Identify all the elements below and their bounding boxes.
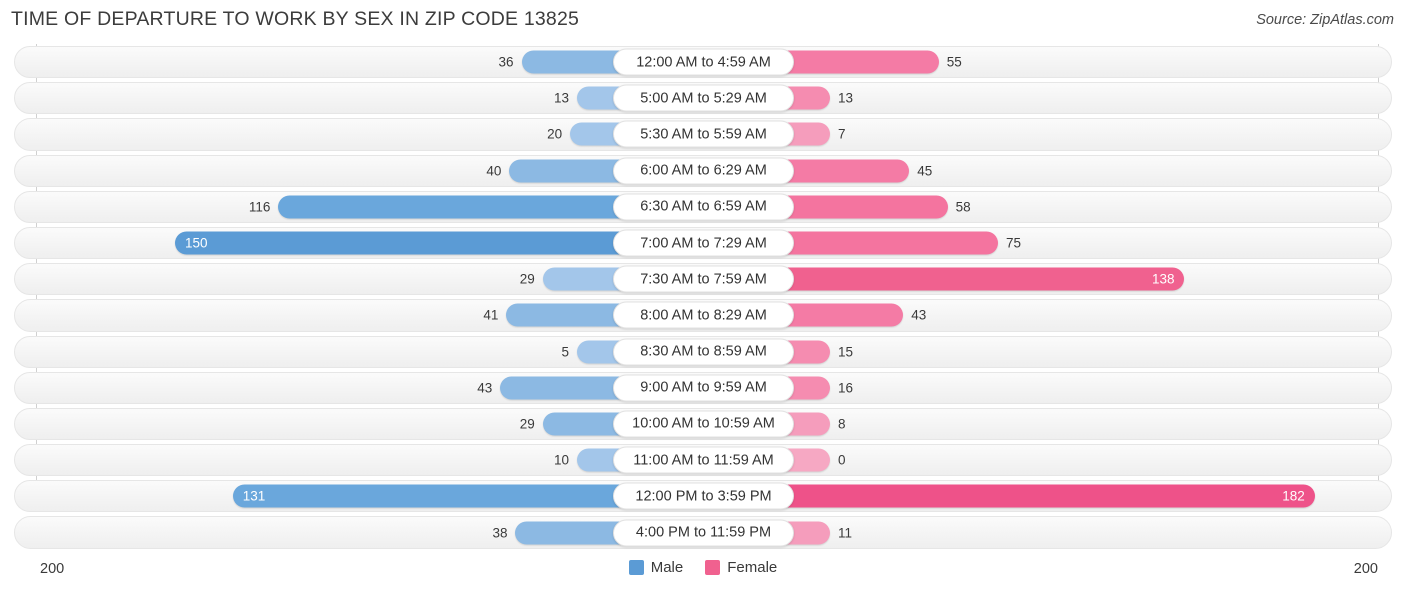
category-label: 6:00 AM to 6:29 AM (613, 157, 794, 185)
bar-value-female: 58 (955, 199, 971, 215)
chart-row: 10 0 11:00 AM to 11:59 AM (0, 442, 1406, 478)
chart-row: 40 45 6:00 AM to 6:29 AM (0, 153, 1406, 189)
bar-value-female: 138 (1151, 271, 1175, 287)
category-label: 4:00 PM to 11:59 PM (613, 519, 794, 547)
chart-row: 20 7 5:30 AM to 5:59 AM (0, 116, 1406, 152)
source-attribution: Source: ZipAtlas.com (1256, 12, 1394, 28)
row-bars: 10 0 11:00 AM to 11:59 AM (0, 442, 1406, 478)
legend-label: Female (727, 559, 778, 576)
chart-row: 29 8 10:00 AM to 10:59 AM (0, 406, 1406, 442)
bar-female[interactable] (776, 195, 948, 219)
bar-value-female: 45 (917, 162, 933, 178)
category-label: 11:00 AM to 11:59 AM (613, 446, 794, 474)
row-bars: 36 55 12:00 AM to 4:59 AM (0, 44, 1406, 80)
bar-value-male: 20 (547, 126, 563, 142)
bar-value-female: 0 (838, 452, 846, 468)
category-label: 9:00 AM to 9:59 AM (613, 374, 794, 402)
bar-value-male: 40 (486, 162, 502, 178)
bar-value-female: 43 (911, 307, 927, 323)
bar-value-female: 7 (838, 126, 846, 142)
chart-plot-area: 36 55 12:00 AM to 4:59 AM 13 13 5:00 AM to 5:… (0, 44, 1406, 551)
bar-value-male: 43 (477, 380, 493, 396)
bar-value-male: 41 (483, 307, 499, 323)
chart-row: 43 16 9:00 AM to 9:59 AM (0, 370, 1406, 406)
legend-swatch-icon (705, 560, 721, 575)
bar-value-male: 5 (561, 343, 569, 359)
chart-header: TIME OF DEPARTURE TO WORK BY SEX IN ZIP … (0, 0, 1406, 40)
row-bars: 150 75 7:00 AM to 7:29 AM (0, 225, 1406, 261)
chart-footer: 200 200 Male Female (0, 548, 1406, 594)
chart-row: 5 15 8:30 AM to 8:59 AM (0, 334, 1406, 370)
row-bars: 40 45 6:00 AM to 6:29 AM (0, 153, 1406, 189)
bar-male[interactable]: 150 (175, 231, 631, 255)
bar-male[interactable] (278, 195, 631, 219)
bar-value-male: 29 (519, 416, 535, 432)
bar-value-male: 10 (553, 452, 569, 468)
legend-item[interactable]: Female (705, 560, 777, 575)
category-label: 8:00 AM to 8:29 AM (613, 301, 794, 329)
bar-value-female: 55 (946, 54, 962, 70)
row-bars: 38 11 4:00 PM to 11:59 PM (0, 514, 1406, 550)
row-bars: 29 138 7:30 AM to 7:59 AM (0, 261, 1406, 297)
chart-row: 13 13 5:00 AM to 5:29 AM (0, 80, 1406, 116)
chart-row: 41 43 8:00 AM to 8:29 AM (0, 297, 1406, 333)
category-label: 7:00 AM to 7:29 AM (613, 229, 794, 257)
bar-value-female: 16 (838, 380, 854, 396)
bar-value-female: 75 (1006, 235, 1022, 251)
bar-value-male: 38 (492, 524, 508, 540)
row-bars: 116 58 6:30 AM to 6:59 AM (0, 189, 1406, 225)
category-label: 8:30 AM to 8:59 AM (613, 338, 794, 366)
chart-row: 29 138 7:30 AM to 7:59 AM (0, 261, 1406, 297)
bar-female[interactable] (776, 231, 998, 255)
bar-value-female: 13 (838, 90, 854, 106)
legend-item[interactable]: Male (628, 559, 684, 576)
bar-value-male: 131 (242, 488, 266, 504)
row-bars: 41 43 8:00 AM to 8:29 AM (0, 297, 1406, 333)
bar-female[interactable] (776, 303, 904, 327)
category-label: 10:00 AM to 10:59 AM (613, 410, 794, 438)
chart-row: 150 75 7:00 AM to 7:29 AM (0, 225, 1406, 261)
legend-label: Male (650, 559, 684, 576)
bar-value-male: 116 (248, 199, 271, 215)
bar-male[interactable]: 131 (232, 484, 631, 508)
bar-value-male: 150 (185, 235, 208, 251)
bar-value-female: 11 (838, 524, 853, 540)
category-label: 6:30 AM to 6:59 AM (613, 193, 794, 221)
row-bars: 43 16 9:00 AM to 9:59 AM (0, 370, 1406, 406)
bar-male[interactable] (500, 376, 631, 400)
bar-value-male: 29 (519, 271, 535, 287)
chart-legend: Male Female (0, 560, 1406, 575)
chart-rows: 36 55 12:00 AM to 4:59 AM 13 13 5:00 AM to 5:… (0, 44, 1406, 551)
category-label: 12:00 PM to 3:59 PM (613, 482, 794, 510)
bar-value-female: 182 (1282, 488, 1305, 504)
page-title: TIME OF DEPARTURE TO WORK BY SEX IN ZIP … (11, 8, 580, 30)
category-label: 5:30 AM to 5:59 AM (613, 120, 794, 148)
category-label: 12:00 AM to 4:59 AM (613, 48, 794, 76)
row-bars: 29 8 10:00 AM to 10:59 AM (0, 406, 1406, 442)
row-bars: 20 7 5:30 AM to 5:59 AM (0, 116, 1406, 152)
bar-female[interactable] (776, 159, 910, 183)
row-bars: 131 182 12:00 PM to 3:59 PM (0, 478, 1406, 514)
row-bars: 5 15 8:30 AM to 8:59 AM (0, 334, 1406, 370)
bar-value-female: 15 (838, 343, 854, 359)
row-bars: 13 13 5:00 AM to 5:29 AM (0, 80, 1406, 116)
chart-row: 36 55 12:00 AM to 4:59 AM (0, 44, 1406, 80)
bar-value-male: 13 (553, 90, 569, 106)
bar-value-female: 8 (838, 416, 846, 432)
bar-female[interactable]: 138 (776, 267, 1185, 291)
legend-swatch-icon (628, 560, 644, 575)
chart-row: 38 11 4:00 PM to 11:59 PM (0, 514, 1406, 550)
bar-female[interactable] (776, 50, 939, 74)
bar-value-male: 36 (498, 54, 514, 70)
category-label: 5:00 AM to 5:29 AM (613, 84, 794, 112)
category-label: 7:30 AM to 7:59 AM (613, 265, 794, 293)
chart-row: 131 182 12:00 PM to 3:59 PM (0, 478, 1406, 514)
bar-female[interactable]: 182 (776, 484, 1315, 508)
chart-row: 116 58 6:30 AM to 6:59 AM (0, 189, 1406, 225)
